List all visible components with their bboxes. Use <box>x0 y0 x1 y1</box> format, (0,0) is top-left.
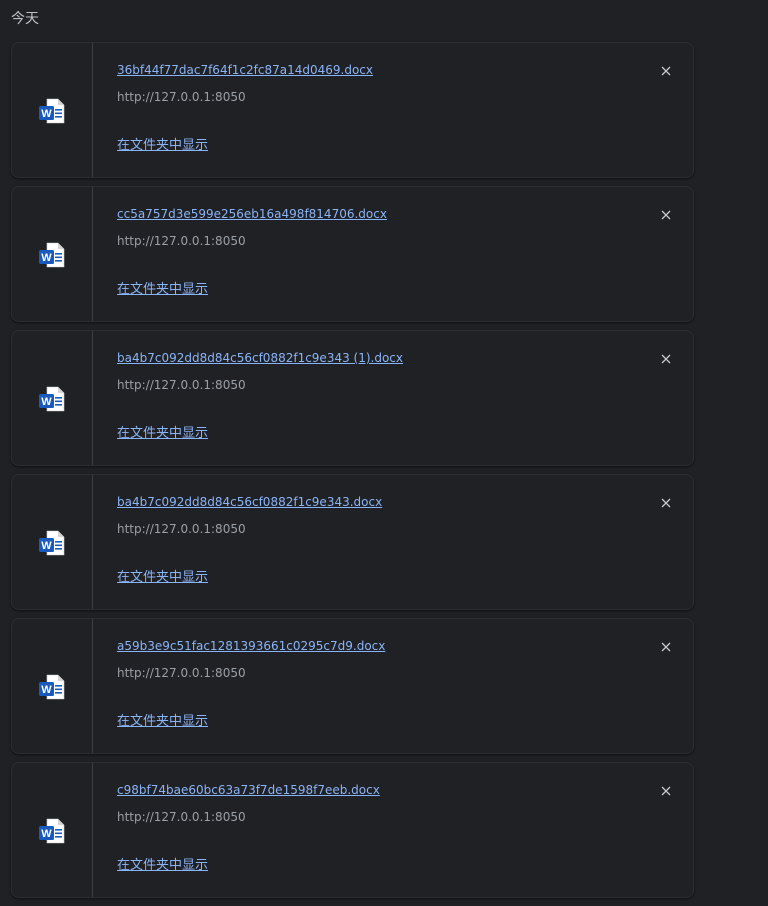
file-icon-column: W <box>12 187 93 321</box>
remove-item-button[interactable] <box>656 493 676 513</box>
svg-text:W: W <box>41 252 52 264</box>
download-item: W a59b3e9c51fac1281393661c0295c7d9.docx … <box>11 618 694 754</box>
download-source-url: http://127.0.0.1:8050 <box>117 234 246 248</box>
remove-item-button[interactable] <box>656 205 676 225</box>
remove-item-button[interactable] <box>656 781 676 801</box>
download-item: W 36bf44f77dac7f64f1c2fc87a14d0469.docx … <box>11 42 694 178</box>
word-doc-icon: W <box>39 674 65 700</box>
file-icon-column: W <box>12 331 93 465</box>
download-source-url: http://127.0.0.1:8050 <box>117 378 246 392</box>
file-icon-column: W <box>12 619 93 753</box>
file-icon-column: W <box>12 475 93 609</box>
download-filename-link[interactable]: a59b3e9c51fac1281393661c0295c7d9.docx <box>117 639 385 653</box>
show-in-folder-link[interactable]: 在文件夹中显示 <box>117 134 208 153</box>
svg-text:W: W <box>41 684 52 696</box>
download-filename-link[interactable]: ba4b7c092dd8d84c56cf0882f1c9e343.docx <box>117 495 382 509</box>
download-source-url: http://127.0.0.1:8050 <box>117 666 246 680</box>
svg-text:W: W <box>41 828 52 840</box>
download-item: W cc5a757d3e599e256eb16a498f814706.docx … <box>11 186 694 322</box>
close-icon <box>661 498 671 508</box>
show-in-folder-link[interactable]: 在文件夹中显示 <box>117 278 208 297</box>
word-doc-icon: W <box>39 242 65 268</box>
download-source-url: http://127.0.0.1:8050 <box>117 90 246 104</box>
show-in-folder-link[interactable]: 在文件夹中显示 <box>117 422 208 441</box>
word-doc-icon: W <box>39 530 65 556</box>
download-filename-link[interactable]: 36bf44f77dac7f64f1c2fc87a14d0469.docx <box>117 63 373 77</box>
file-icon-column: W <box>12 43 93 177</box>
download-filename-link[interactable]: cc5a757d3e599e256eb16a498f814706.docx <box>117 207 387 221</box>
download-filename-link[interactable]: ba4b7c092dd8d84c56cf0882f1c9e343 (1).doc… <box>117 351 403 365</box>
svg-text:W: W <box>41 540 52 552</box>
show-in-folder-link[interactable]: 在文件夹中显示 <box>117 566 208 585</box>
close-icon <box>661 642 671 652</box>
show-in-folder-link[interactable]: 在文件夹中显示 <box>117 854 208 873</box>
close-icon <box>661 66 671 76</box>
file-icon-column: W <box>12 763 93 897</box>
svg-text:W: W <box>41 108 52 120</box>
close-icon <box>661 786 671 796</box>
word-doc-icon: W <box>39 386 65 412</box>
remove-item-button[interactable] <box>656 349 676 369</box>
close-icon <box>661 210 671 220</box>
date-section-header: 今天 <box>11 11 39 27</box>
word-doc-icon: W <box>39 818 65 844</box>
download-item: W ba4b7c092dd8d84c56cf0882f1c9e343.docx … <box>11 474 694 610</box>
download-filename-link[interactable]: c98bf74bae60bc63a73f7de1598f7eeb.docx <box>117 783 380 797</box>
word-doc-icon: W <box>39 98 65 124</box>
remove-item-button[interactable] <box>656 61 676 81</box>
remove-item-button[interactable] <box>656 637 676 657</box>
download-item: W c98bf74bae60bc63a73f7de1598f7eeb.docx … <box>11 762 694 898</box>
close-icon <box>661 354 671 364</box>
show-in-folder-link[interactable]: 在文件夹中显示 <box>117 710 208 729</box>
download-source-url: http://127.0.0.1:8050 <box>117 810 246 824</box>
download-item: W ba4b7c092dd8d84c56cf0882f1c9e343 (1).d… <box>11 330 694 466</box>
downloads-list: W 36bf44f77dac7f64f1c2fc87a14d0469.docx … <box>11 42 694 906</box>
download-source-url: http://127.0.0.1:8050 <box>117 522 246 536</box>
svg-text:W: W <box>41 396 52 408</box>
